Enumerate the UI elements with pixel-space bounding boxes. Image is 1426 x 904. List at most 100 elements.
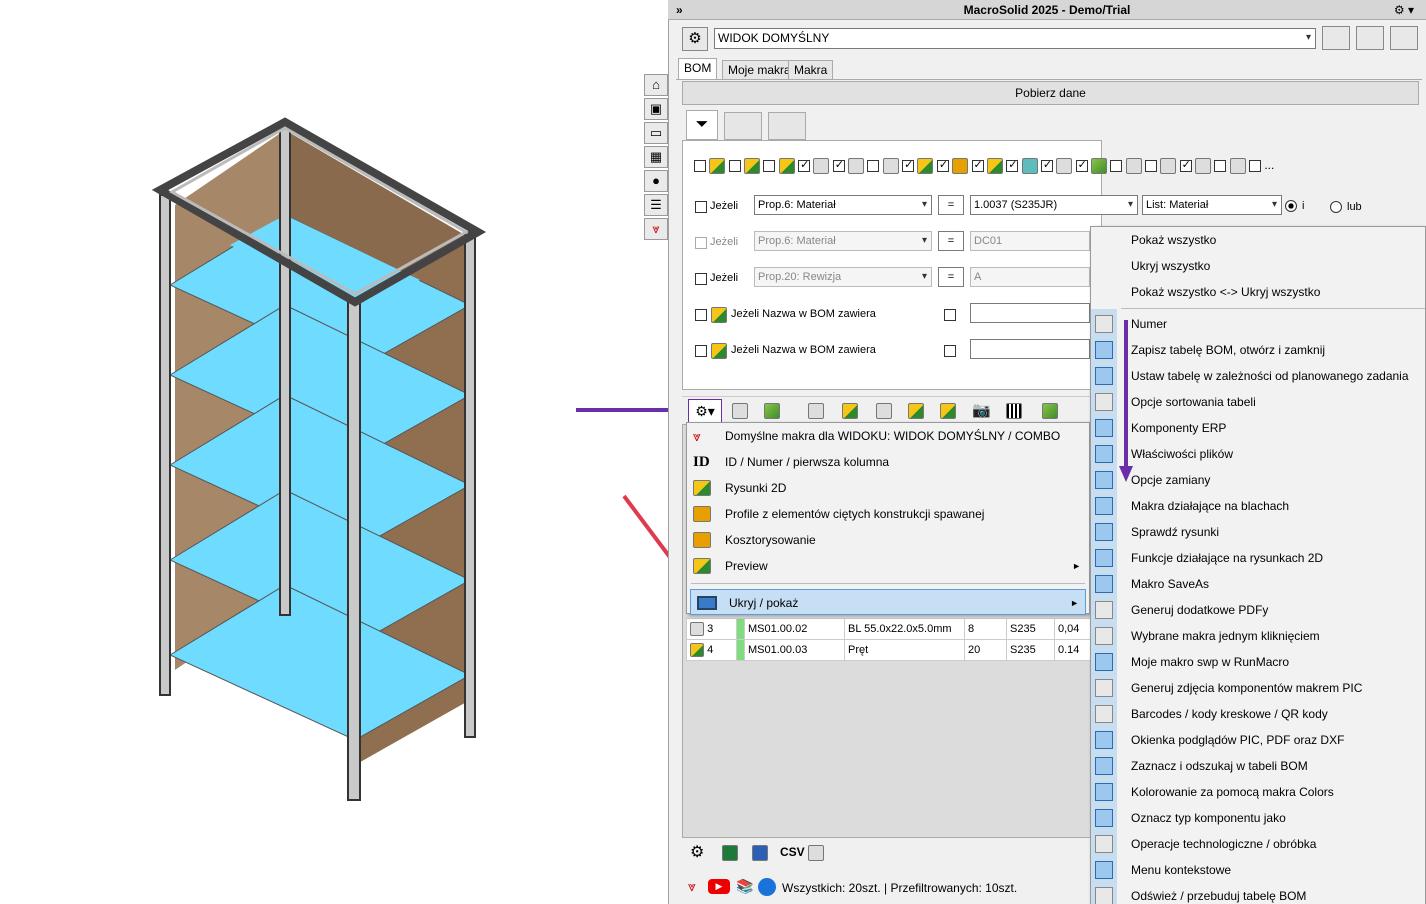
cad-viewport[interactable] (0, 0, 640, 904)
name-filter-1-checkbox[interactable] (695, 309, 707, 321)
sheetmetal-icon[interactable] (876, 403, 892, 419)
name-filter-2-case-checkbox[interactable] (944, 345, 956, 357)
fetch-data-button[interactable]: Pobierz dane (682, 81, 1419, 105)
type-checkbox-4[interactable] (798, 158, 811, 172)
filter-row-1-prop-select[interactable]: Prop.6: Materiał ▾ (754, 195, 932, 215)
book-icon[interactable]: 📚 (736, 878, 753, 895)
type-checkbox-1[interactable] (694, 160, 706, 172)
type-checkbox-2[interactable] (728, 160, 741, 172)
gear-icon[interactable]: ⚙ (690, 842, 704, 862)
submenu-item-drawing-functions[interactable]: Funkcje działające na rysunkach 2D (1091, 545, 1426, 571)
type-checkbox-11[interactable] (1040, 158, 1053, 172)
type-checkbox-13[interactable] (1110, 160, 1123, 172)
name-filter-1-input[interactable] (970, 303, 1090, 323)
submenu-item-camera[interactable]: Generuj zdjęcia komponentów makrem PIC (1091, 675, 1426, 701)
filter-row-3-prop-select[interactable]: Prop.20: Rewizja ▾ (754, 267, 932, 287)
macros-button[interactable]: ⩔ (644, 218, 668, 240)
submenu-item-saveas[interactable]: Makro SaveAs (1091, 571, 1426, 597)
filter-row-2-prop-select[interactable]: Prop.6: Materiał ▾ (754, 231, 932, 251)
type-checkbox-5[interactable] (832, 158, 845, 172)
filter-tab-2[interactable] (724, 112, 762, 140)
filter-row-1-value-select[interactable]: 1.0037 (S235JR) ▾ (970, 195, 1138, 215)
table-icon[interactable] (732, 403, 748, 419)
type-checkbox-8[interactable] (936, 158, 949, 172)
tab-bom[interactable]: BOM (678, 58, 718, 80)
filter-tab-3[interactable] (768, 112, 806, 140)
type-checkbox-12[interactable] (1075, 158, 1088, 172)
menu-item-profiles[interactable]: Profile z elementów ciętych konstrukcji … (687, 501, 1089, 527)
filter-tab[interactable]: ⏷ (686, 110, 718, 140)
submenu-item-table[interactable]: Ustaw tabelę w zależności od planowanego… (1091, 363, 1426, 389)
table-icon[interactable] (808, 845, 824, 861)
menu-item-hide-show[interactable]: Ukryj / pokaż ► (690, 589, 1086, 615)
submenu-item-run-macro[interactable]: Moje makro swp w RunMacro (1091, 649, 1426, 675)
filter-row-3-value-select[interactable]: A (970, 267, 1090, 287)
submenu-item-properties[interactable]: Właściwości plików (1091, 441, 1426, 467)
submenu-item-find[interactable]: Zaznacz i odszukaj w tabeli BOM (1091, 753, 1426, 779)
type-checkbox-6[interactable] (867, 160, 880, 172)
submenu-item-traffic-light[interactable]: Odśwież / przebuduj tabelę BOM (1091, 883, 1426, 904)
radio-and[interactable] (1285, 200, 1297, 212)
submenu-item-chevrons[interactable]: Wybrane makra jednym kliknięciem (1091, 623, 1426, 649)
name-filter-2-input[interactable] (970, 339, 1090, 359)
collapse-icon[interactable]: » (676, 0, 683, 20)
tab-moje-makra[interactable]: Moje makra (722, 60, 797, 80)
view-tool-button-1[interactable] (1322, 26, 1350, 50)
radio-or[interactable] (1330, 201, 1342, 213)
name-filter-1-case-checkbox[interactable] (944, 309, 956, 321)
submenu-item-operations[interactable]: Operacje technologiczne / obróbka (1091, 831, 1426, 857)
camera-icon[interactable]: 📷 (972, 401, 991, 419)
submenu-item-colors[interactable]: Kolorowanie za pomocą makra Colors (1091, 779, 1426, 805)
word-icon[interactable] (752, 845, 768, 861)
erp-icon[interactable] (764, 403, 780, 419)
name-filter-2-checkbox[interactable] (695, 345, 707, 357)
list-button[interactable]: ☰ (644, 194, 668, 216)
chevrons-icon[interactable]: ⩔ (688, 878, 696, 895)
submenu-item-sort[interactable]: Opcje sortowania tabeli (1091, 389, 1426, 415)
drawing-button[interactable]: ▦ (644, 146, 668, 168)
submenu-item-erp[interactable]: Komponenty ERP (1091, 415, 1426, 441)
excel-icon[interactable] (722, 845, 738, 861)
submenu-item-id[interactable]: Numer (1091, 311, 1426, 337)
view-tool-button-2[interactable] (1356, 26, 1384, 50)
menu-item-preview[interactable]: Preview ► (687, 553, 1089, 579)
qr-icon[interactable] (1006, 403, 1022, 419)
settings-gear-icon[interactable]: ⚙ ▾ (1394, 0, 1414, 20)
type-checkbox-7[interactable] (902, 158, 915, 172)
menu-item-id[interactable]: ID ID / Numer / pierwsza kolumna (687, 449, 1089, 475)
type-checkbox-9[interactable] (971, 158, 984, 172)
type-checkbox-10[interactable] (1006, 158, 1019, 172)
tab-makra[interactable]: Makra (788, 60, 834, 80)
table-row[interactable]: 3 MS01.00.02 BL 55.0x22.0x5.0mm 8 S235 0… (686, 618, 1093, 640)
menu-item-drawings-2d[interactable]: Rysunki 2D (687, 475, 1089, 501)
submenu-item-check-drawing[interactable]: Sprawdź rysunki (1091, 519, 1426, 545)
table-row[interactable]: 4 MS01.00.03 Pręt 20 S235 0.14 (686, 639, 1093, 661)
submenu-item-top-0[interactable]: Pokaż wszystko (1091, 227, 1425, 253)
filter-row-2-value-select[interactable]: DC01 (970, 231, 1090, 251)
submenu-item-pdf[interactable]: Generuj dodatkowe PDFy (1091, 597, 1426, 623)
filter-row-2-checkbox[interactable] (695, 237, 707, 249)
menu-item-default-macros[interactable]: ⩔ Domyślne makra dla WIDOKU: WIDOK DOMYŚL… (687, 423, 1089, 449)
properties-icon[interactable] (842, 403, 858, 419)
saveas-icon[interactable] (940, 403, 956, 419)
teamviewer-icon[interactable] (758, 878, 776, 896)
filter-row-3-operator[interactable]: = (938, 267, 964, 287)
filter-row-2-operator[interactable]: = (938, 231, 964, 251)
view-select[interactable]: WIDOK DOMYŚLNY ▾ (714, 28, 1316, 49)
submenu-item-filter[interactable]: Oznacz typ komponentu jako (1091, 805, 1426, 831)
replace-icon[interactable] (808, 403, 824, 419)
submenu-item-replace[interactable]: Opcje zamiany (1091, 467, 1426, 493)
submenu-item-preview[interactable]: Okienka podglądów PIC, PDF oraz DXF (1091, 727, 1426, 753)
home-button[interactable]: ⌂ (644, 74, 668, 96)
type-checkbox-16[interactable] (1214, 160, 1227, 172)
submenu-item-top-2[interactable]: Pokaż wszystko <-> Ukryj wszystko (1091, 279, 1425, 305)
drawing-functions-icon[interactable] (908, 403, 924, 419)
submenu-item-qr[interactable]: Barcodes / kody kreskowe / QR kody (1091, 701, 1426, 727)
submenu-item-sheetmetal[interactable]: Makra działające na blachach (1091, 493, 1426, 519)
type-checkbox-15[interactable] (1179, 158, 1192, 172)
toolbar-settings-button[interactable]: ⚙▾ (688, 399, 722, 423)
filter-row-3-checkbox[interactable] (695, 273, 707, 285)
csv-button[interactable]: CSV (780, 845, 805, 859)
submenu-item-check[interactable]: Menu kontekstowe (1091, 857, 1426, 883)
part-button[interactable]: ▣ (644, 98, 668, 120)
